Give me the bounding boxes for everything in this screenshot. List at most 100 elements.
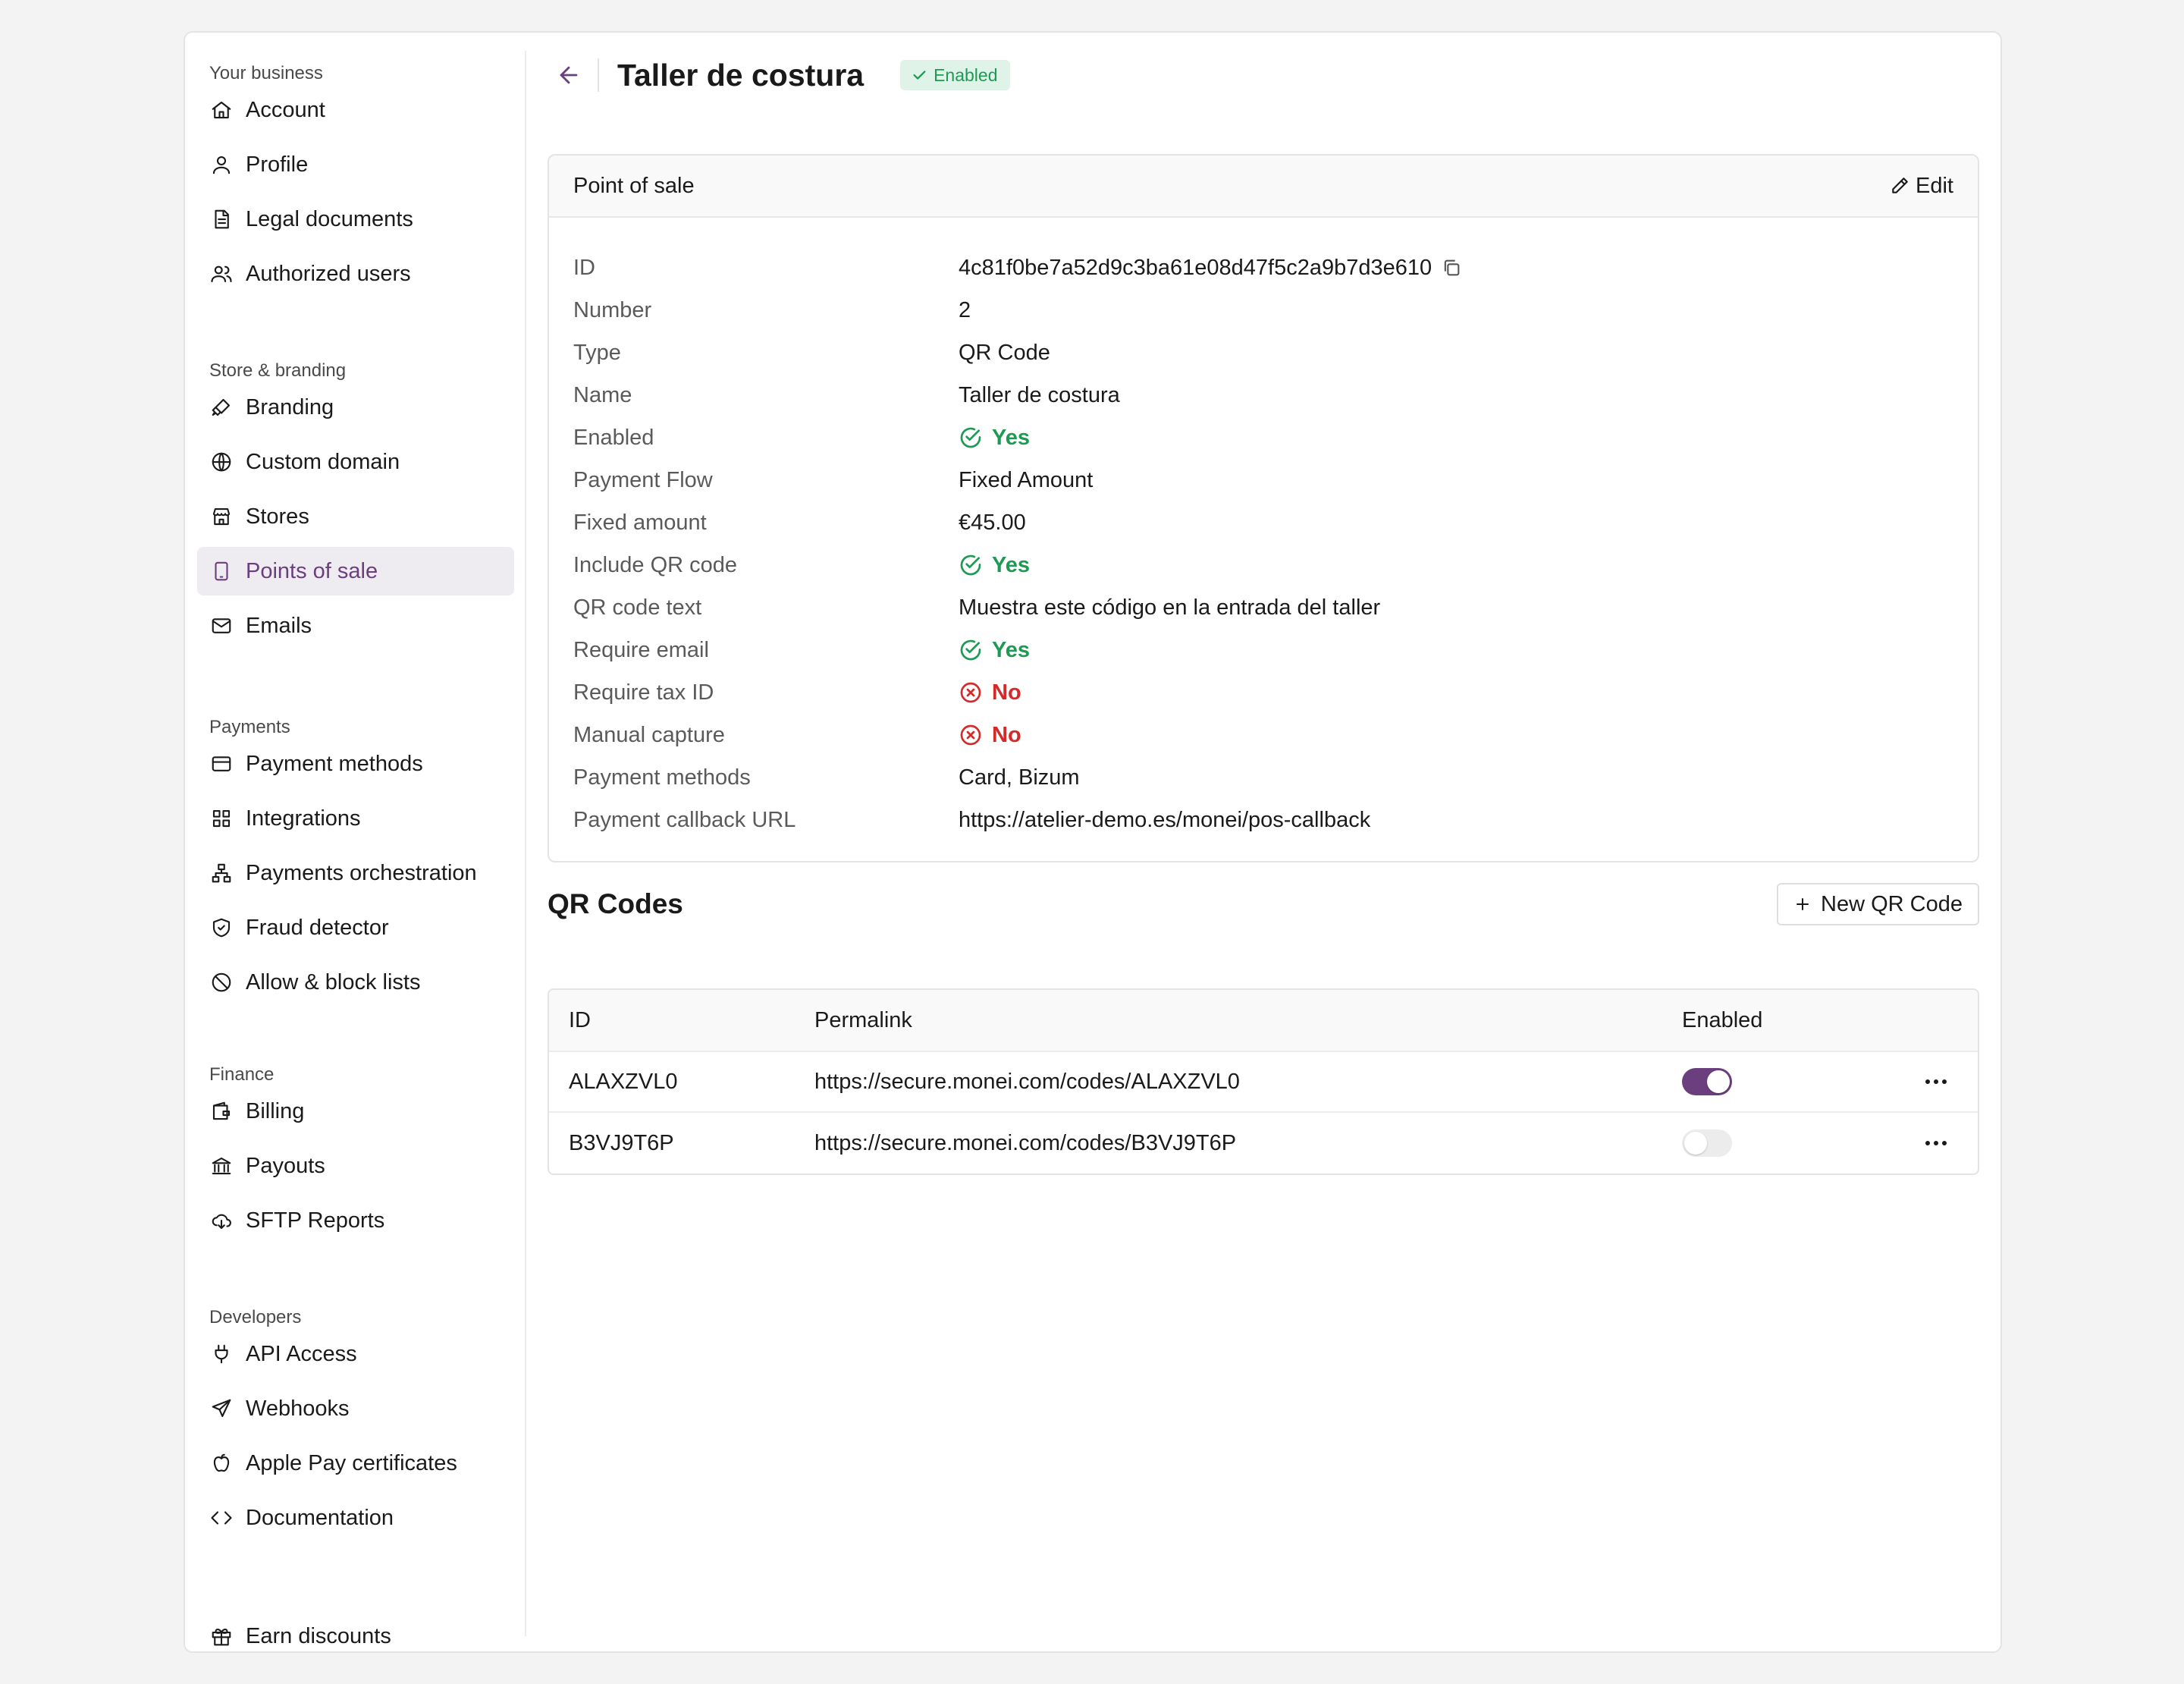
wallet-icon <box>209 1099 234 1123</box>
sidebar-item-payments-orchestration[interactable]: Payments orchestration <box>197 849 514 897</box>
column-header-enabled: Enabled <box>1682 1007 1763 1032</box>
qr-code-permalink[interactable]: https://secure.monei.com/codes/ALAXZVL0 <box>814 1070 1682 1095</box>
sidebar-item-label: Earn discounts <box>246 1623 391 1648</box>
sidebar-section-label: Developers <box>209 1307 302 1327</box>
card-title: Point of sale <box>573 173 695 198</box>
sidebar-item-api-access[interactable]: API Access <box>197 1330 514 1378</box>
send-icon <box>209 1397 234 1421</box>
sidebar-item-account[interactable]: Account <box>197 86 514 134</box>
sidebar-item-allow-block-lists[interactable]: Allow & block lists <box>197 958 514 1007</box>
sidebar-item-earn-discounts[interactable]: Earn discounts <box>197 1612 514 1660</box>
sidebar-item-label: Fraud detector <box>246 915 389 940</box>
detail-value: Taller de costura <box>959 382 1120 407</box>
sidebar: Your business Account Profile Legal documen… <box>197 51 514 1648</box>
sidebar-item-custom-domain[interactable]: Custom domain <box>197 438 514 486</box>
detail-value-cell: Fixed Amount <box>959 468 1093 493</box>
brush-icon <box>209 395 234 419</box>
sidebar-item-label: Billing <box>246 1098 305 1123</box>
detail-value-cell: Muestra este código en la entrada del ta… <box>959 595 1380 621</box>
detail-label: Fixed amount <box>573 510 707 535</box>
x-circle-icon <box>960 724 981 746</box>
detail-label: Name <box>573 382 632 407</box>
sidebar-item-points-of-sale[interactable]: Points of sale <box>197 547 514 595</box>
table-row: B3VJ9T6P https://secure.monei.com/codes/B… <box>549 1113 1978 1173</box>
shield-icon <box>209 916 234 940</box>
sidebar-item-documentation[interactable]: Documentation <box>197 1494 514 1542</box>
store-icon <box>209 504 234 529</box>
qr-codes-table: ID Permalink Enabled ALAXZVL0 https://sec… <box>548 988 1979 1175</box>
detail-label: Require email <box>573 637 709 662</box>
sidebar-item-stores[interactable]: Stores <box>197 492 514 541</box>
sidebar-item-emails[interactable]: Emails <box>197 602 514 650</box>
more-options-icon[interactable] <box>1919 1135 1953 1151</box>
sidebar-item-branding[interactable]: Branding <box>197 383 514 432</box>
detail-value-cell: Taller de costura <box>959 383 1120 408</box>
more-options-icon[interactable] <box>1919 1073 1953 1090</box>
sidebar-item-payment-methods[interactable]: Payment methods <box>197 740 514 788</box>
detail-value-cell: 4c81f0be7a52d9c3ba61e08d47f5c2a9b7d3e610 <box>959 256 1462 281</box>
toggle-knob <box>1707 1070 1730 1093</box>
sidebar-item-legal-documents[interactable]: Legal documents <box>197 195 514 243</box>
ban-icon <box>209 970 234 994</box>
detail-value: Fixed Amount <box>959 467 1094 492</box>
detail-label: QR code text <box>573 595 702 620</box>
tablet-icon <box>209 559 234 583</box>
enabled-toggle[interactable] <box>1682 1068 1732 1095</box>
detail-value: QR Code <box>959 340 1050 365</box>
app-frame: Your business Account Profile Legal documen… <box>184 31 2002 1653</box>
detail-label: Type <box>573 340 621 365</box>
detail-value: Yes <box>992 425 1030 450</box>
detail-row: Payment methods Card, Bizum <box>573 756 1953 799</box>
sidebar-item-authorized-users[interactable]: Authorized users <box>197 250 514 298</box>
detail-value-cell: Yes <box>959 426 1030 451</box>
detail-value-cell: Card, Bizum <box>959 765 1080 790</box>
header-separator <box>598 58 599 92</box>
edit-button-label: Edit <box>1916 173 1953 198</box>
copy-icon[interactable] <box>1441 257 1462 278</box>
check-circle-icon <box>960 639 981 661</box>
sidebar-item-fraud-detector[interactable]: Fraud detector <box>197 903 514 952</box>
edit-button[interactable]: Edit <box>1890 174 1953 199</box>
table-row: ALAXZVL0 https://secure.monei.com/codes/A… <box>549 1052 1978 1113</box>
sidebar-item-label: Payments orchestration <box>246 860 477 885</box>
detail-value: Yes <box>992 552 1030 577</box>
back-button[interactable] <box>551 57 587 93</box>
pencil-icon <box>1892 178 1908 193</box>
status-badge: Enabled <box>900 60 1010 90</box>
row-actions-cell <box>1894 1073 1978 1090</box>
sidebar-item-webhooks[interactable]: Webhooks <box>197 1384 514 1433</box>
detail-value-cell: No <box>959 723 1021 748</box>
sidebar-item-profile[interactable]: Profile <box>197 140 514 189</box>
mail-icon <box>209 614 234 638</box>
sidebar-item-label: Webhooks <box>246 1396 350 1421</box>
detail-row: Number 2 <box>573 289 1953 331</box>
qr-enabled-cell <box>1682 1068 1894 1095</box>
sidebar-section-label: Store & branding <box>209 360 347 381</box>
sidebar-item-billing[interactable]: Billing <box>197 1087 514 1136</box>
detail-row: Manual capture No <box>573 714 1953 756</box>
qr-table-body: ALAXZVL0 https://secure.monei.com/codes/A… <box>549 1052 1978 1173</box>
arrow-left-icon <box>560 66 578 84</box>
apple-icon <box>209 1451 234 1475</box>
detail-row: Payment Flow Fixed Amount <box>573 459 1953 501</box>
credit-card-icon <box>209 752 234 776</box>
column-header-permalink: Permalink <box>814 1007 912 1032</box>
enabled-toggle[interactable] <box>1682 1129 1732 1157</box>
detail-value: 4c81f0be7a52d9c3ba61e08d47f5c2a9b7d3e610 <box>959 255 1432 280</box>
detail-value: No <box>992 722 1021 747</box>
sidebar-item-apple-pay-certificates[interactable]: Apple Pay certificates <box>197 1439 514 1488</box>
card-header: Point of sale Edit <box>549 156 1978 218</box>
sidebar-item-integrations[interactable]: Integrations <box>197 794 514 843</box>
detail-value-cell: Yes <box>959 638 1030 663</box>
home-icon <box>209 98 234 122</box>
detail-value-cell: QR Code <box>959 341 1050 366</box>
sidebar-item-label: Payouts <box>246 1153 325 1178</box>
detail-row: ID 4c81f0be7a52d9c3ba61e08d47f5c2a9b7d3e6… <box>573 247 1953 289</box>
sidebar-item-payouts[interactable]: Payouts <box>197 1142 514 1190</box>
detail-value-cell: https://atelier-demo.es/monei/pos-callba… <box>959 808 1370 833</box>
page-title: Taller de costura <box>617 57 864 93</box>
x-circle-icon <box>960 682 981 703</box>
qr-code-permalink[interactable]: https://secure.monei.com/codes/B3VJ9T6P <box>814 1131 1682 1156</box>
new-qr-code-button[interactable]: New QR Code <box>1777 883 1979 925</box>
sidebar-item-sftp-reports[interactable]: SFTP Reports <box>197 1196 514 1245</box>
